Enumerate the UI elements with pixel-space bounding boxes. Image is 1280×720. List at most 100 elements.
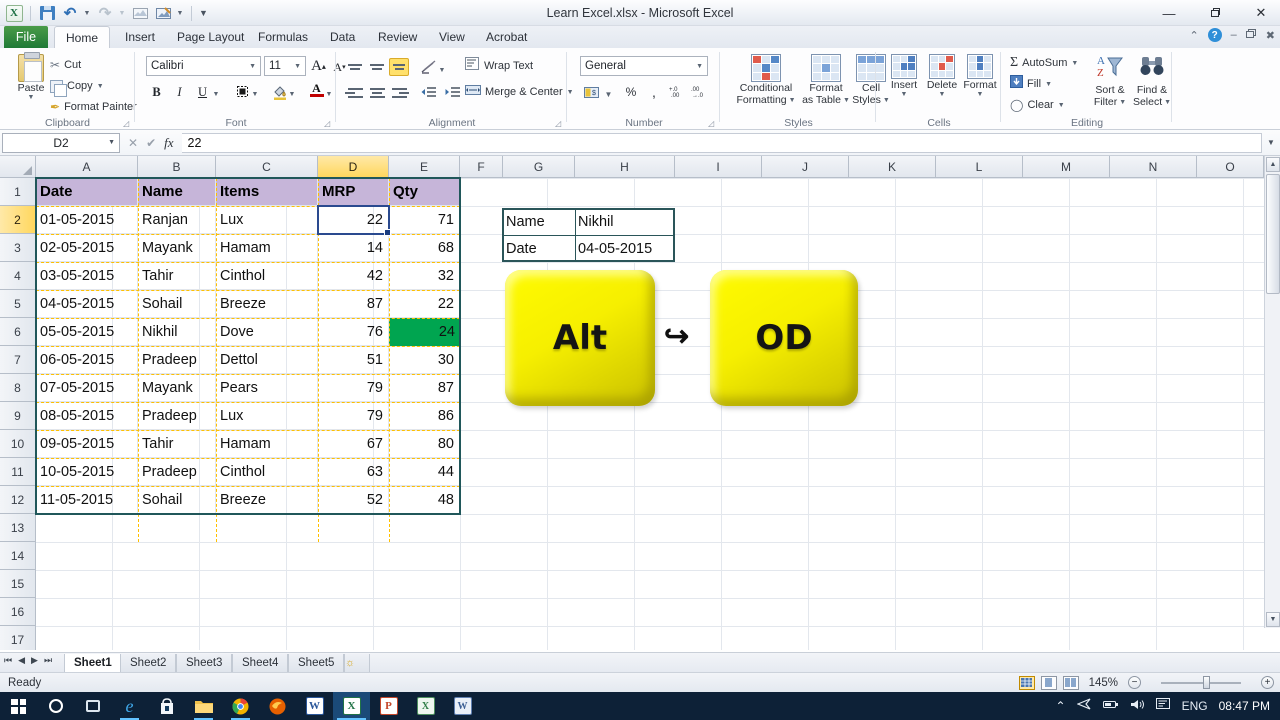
paste-button[interactable]: Paste ▼ [8,52,54,101]
sheet-tab-sheet4[interactable]: Sheet4 [232,654,289,673]
word-alt-icon[interactable]: W [444,692,481,720]
underline-dropdown-icon[interactable]: ▼ [212,84,221,104]
fill-color-dropdown-icon[interactable]: ▼ [288,84,297,104]
font-size-dropdown-icon[interactable]: ▼ [294,63,301,70]
cell-B6[interactable]: Nikhil [138,318,216,346]
column-header-D[interactable]: D [318,156,389,178]
cell-A7[interactable]: 06-05-2015 [36,346,138,374]
align-top-button[interactable] [345,58,365,76]
cell-E12[interactable]: 48 [389,486,460,514]
column-header-G[interactable]: G [503,156,575,178]
column-header-K[interactable]: K [849,156,936,178]
name-box-dropdown-icon[interactable]: ▼ [108,139,115,146]
column-header-J[interactable]: J [762,156,849,178]
align-center-button[interactable] [367,84,387,102]
cell-A6[interactable]: 05-05-2015 [36,318,138,346]
row-header-4[interactable]: 4 [0,262,36,290]
italic-button[interactable]: I [169,82,190,102]
lookup-date-value[interactable]: 04-05-2015 [578,235,673,262]
select-all-corner[interactable] [0,156,36,178]
grow-font-button[interactable]: A ▴ [308,56,329,76]
excel-icon[interactable]: X [333,692,370,720]
cell-C5[interactable]: Breeze [216,290,318,318]
cell-A3[interactable]: 02-05-2015 [36,234,138,262]
cell-C3[interactable]: Hamam [216,234,318,262]
cell-B9[interactable]: Pradeep [138,402,216,430]
cell-D5[interactable]: 87 [318,290,389,318]
cell-C2[interactable]: Lux [216,206,318,234]
decrease-decimal-button[interactable]: .00 →.0 [690,82,710,102]
underline-button[interactable]: U [192,82,213,102]
network-icon[interactable] [1076,698,1092,714]
clear-dropdown-icon[interactable]: ▼ [1058,102,1065,109]
column-header-B[interactable]: B [138,156,216,178]
borders-button[interactable] [232,82,253,102]
sheet-tab-sheet1[interactable]: Sheet1 [64,654,122,673]
row-header-16[interactable]: 16 [0,598,36,626]
row-header-12[interactable]: 12 [0,486,36,514]
cell-C7[interactable]: Dettol [216,346,318,374]
cell-D2[interactable]: 22 [318,206,389,234]
tab-view[interactable]: View [428,26,476,48]
row-header-7[interactable]: 7 [0,346,36,374]
insert-function-icon[interactable]: fx [164,135,173,151]
show-hidden-icons[interactable]: ⌃ [1056,699,1066,713]
cell-C10[interactable]: Hamam [216,430,318,458]
increase-indent-button[interactable] [443,84,463,102]
tab-insert[interactable]: Insert [114,26,166,48]
cell-A10[interactable]: 09-05-2015 [36,430,138,458]
sheet-tab-sheet3[interactable]: Sheet3 [176,654,233,673]
tab-page-layout[interactable]: Page Layout [166,26,255,48]
close-button[interactable]: ✕ [1248,3,1274,23]
column-header-C[interactable]: C [216,156,318,178]
scroll-up-button[interactable]: ▲ [1266,157,1280,172]
close-workbook-icon[interactable]: ✖ [1266,29,1275,42]
column-header-H[interactable]: H [575,156,675,178]
cell-C11[interactable]: Cinthol [216,458,318,486]
formula-input[interactable]: 22 [181,132,1262,153]
row-header-15[interactable]: 15 [0,570,36,598]
column-header-F[interactable]: F [460,156,503,178]
conditional-formatting-dropdown-icon[interactable]: ▼ [789,95,796,106]
format-painter-button[interactable]: ✒ Format Painter [50,98,137,116]
sheet-tab-sheet2[interactable]: Sheet2 [120,654,177,673]
lookup-date-label[interactable]: Date [506,235,576,262]
cell-A12[interactable]: 11-05-2015 [36,486,138,514]
fill-dropdown-icon[interactable]: ▼ [1045,81,1052,88]
bold-button[interactable]: B [146,82,167,102]
fill-color-button[interactable] [269,82,290,102]
format-cells-button[interactable]: Format ▼ [961,54,999,98]
font-color-button[interactable]: A [306,80,327,100]
name-box[interactable]: D2 ▼ [2,132,120,153]
cell-E6-highlight[interactable]: 24 [389,318,460,346]
align-left-button[interactable] [345,84,365,102]
clipboard-dialog-launcher[interactable]: ◿ [123,119,132,128]
row-header-2[interactable]: 2 [0,206,36,234]
row-header-1[interactable]: 1 [0,178,36,206]
decrease-indent-button[interactable] [419,84,439,102]
column-header-A[interactable]: A [36,156,138,178]
font-name-input[interactable]: Calibri ▼ [146,56,261,76]
cell-C1[interactable]: Items [216,178,318,206]
increase-decimal-button[interactable]: +.0.00 [668,82,688,102]
font-size-input[interactable]: 11 ▼ [264,56,306,76]
cell-E1[interactable]: Qty [389,178,460,206]
autosum-button[interactable]: Σ AutoSum ▼ [1010,54,1078,72]
language-indicator[interactable]: ENG [1182,699,1208,713]
merge-center-button[interactable]: Merge & Center ▼ [465,83,574,101]
cell-D12[interactable]: 52 [318,486,389,514]
cell-B8[interactable]: Mayank [138,374,216,402]
delete-cells-button[interactable]: Delete ▼ [923,54,961,98]
alignment-dialog-launcher[interactable]: ◿ [555,119,564,128]
comma-style-button[interactable]: , [646,82,662,102]
lookup-name-value[interactable]: Nikhil [578,208,673,235]
percent-style-button[interactable]: % [622,82,640,102]
accounting-format-button[interactable]: $ [582,82,602,102]
insert-cells-button[interactable]: Insert ▼ [885,54,923,98]
cancel-entry-icon[interactable]: ✕ [128,136,138,150]
minimize-workbook-icon[interactable]: – [1231,29,1237,41]
powerpoint-icon[interactable]: P [370,692,407,720]
cell-D10[interactable]: 67 [318,430,389,458]
cell-C9[interactable]: Lux [216,402,318,430]
row-header-17[interactable]: 17 [0,626,36,650]
